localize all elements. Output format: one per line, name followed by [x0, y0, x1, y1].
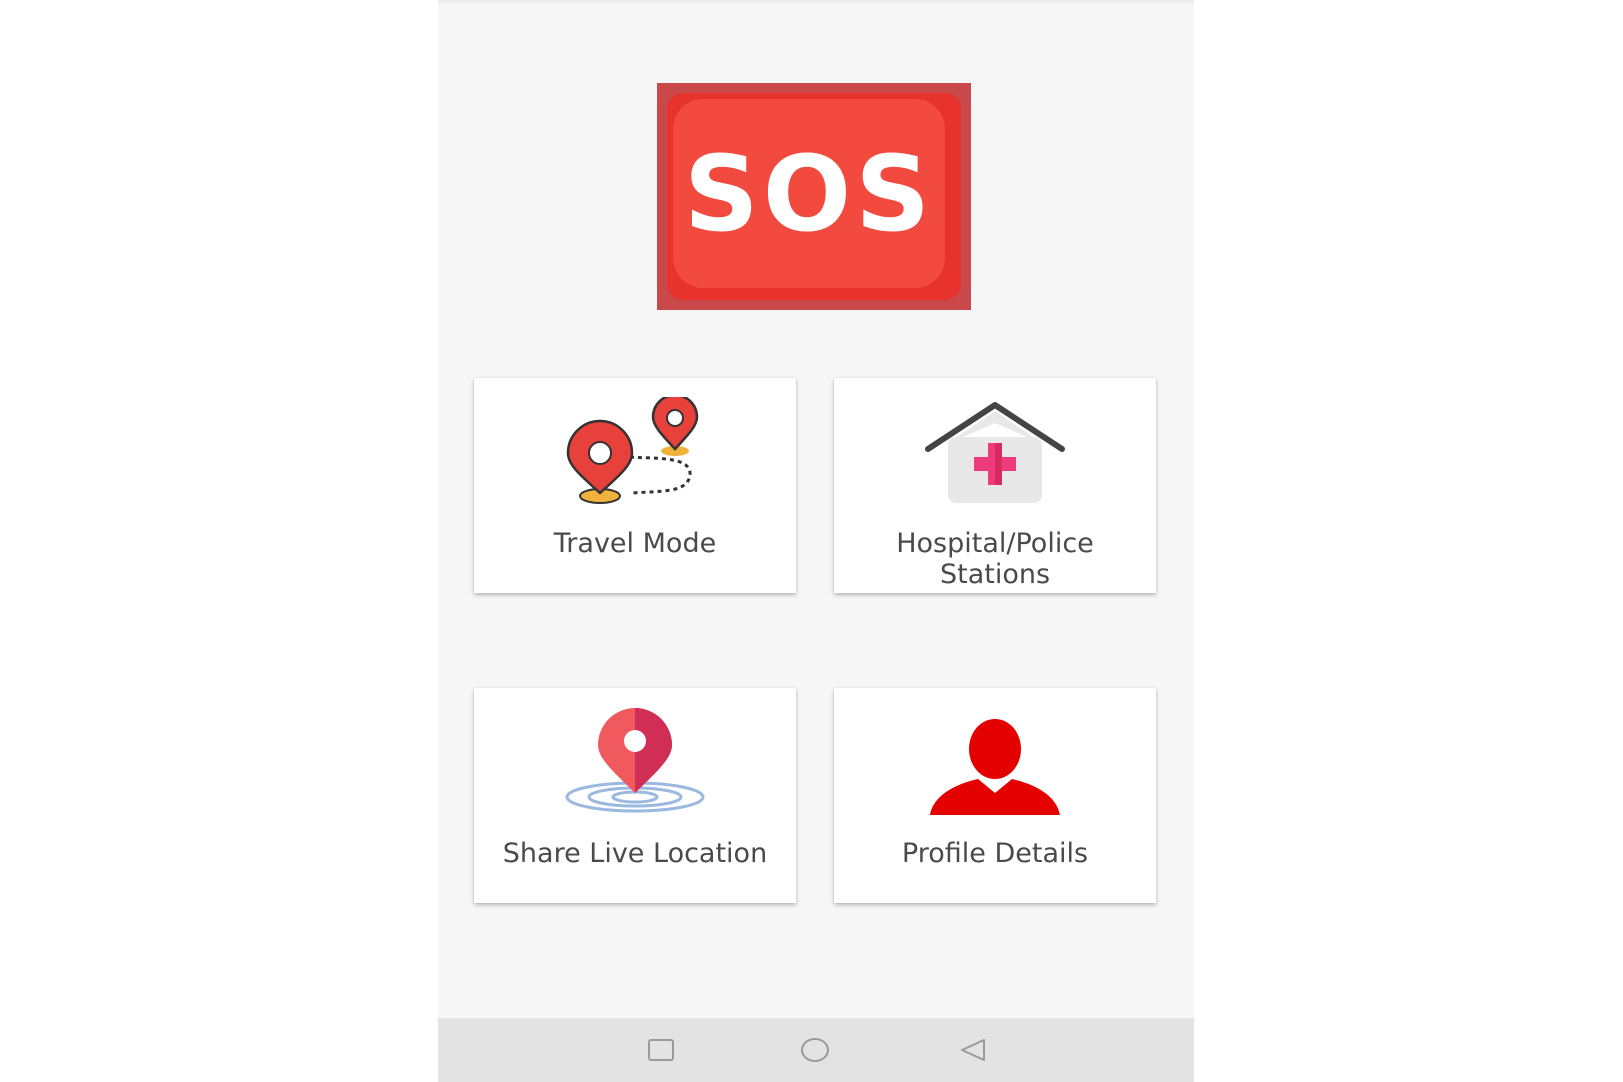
hospital-police-label: Hospital/Police Stations [834, 528, 1156, 590]
user-icon [834, 706, 1156, 818]
share-live-location-label: Share Live Location [502, 838, 768, 869]
status-bar-edge [438, 0, 1194, 3]
route-pins-icon [474, 396, 796, 508]
travel-mode-card[interactable]: Travel Mode [474, 378, 796, 593]
sos-button-body: SOS [667, 93, 961, 300]
circle-icon [801, 1038, 829, 1062]
hospital-icon [834, 396, 1156, 508]
hospital-police-label-line2: Stations [939, 559, 1051, 590]
profile-details-label: Profile Details [901, 838, 1089, 869]
travel-mode-label: Travel Mode [553, 528, 717, 559]
phone-screen: SOS Travel Mode Hospital/Police Stations… [438, 0, 1194, 1082]
location-pin-icon [474, 706, 796, 818]
back-button[interactable] [953, 1030, 993, 1070]
home-button[interactable] [795, 1030, 835, 1070]
profile-details-card[interactable]: Profile Details [834, 688, 1156, 903]
sos-button-face: SOS [673, 99, 945, 288]
share-live-location-card[interactable]: Share Live Location [474, 688, 796, 903]
navigation-bar [438, 1018, 1194, 1082]
square-icon [648, 1039, 674, 1061]
sos-button[interactable]: SOS [657, 83, 971, 310]
sos-label: SOS [683, 132, 935, 255]
hospital-police-card[interactable]: Hospital/Police Stations [834, 378, 1156, 593]
recents-button[interactable] [641, 1030, 681, 1070]
triangle-back-icon [961, 1039, 985, 1061]
hospital-police-label-line1: Hospital/Police [896, 528, 1094, 559]
